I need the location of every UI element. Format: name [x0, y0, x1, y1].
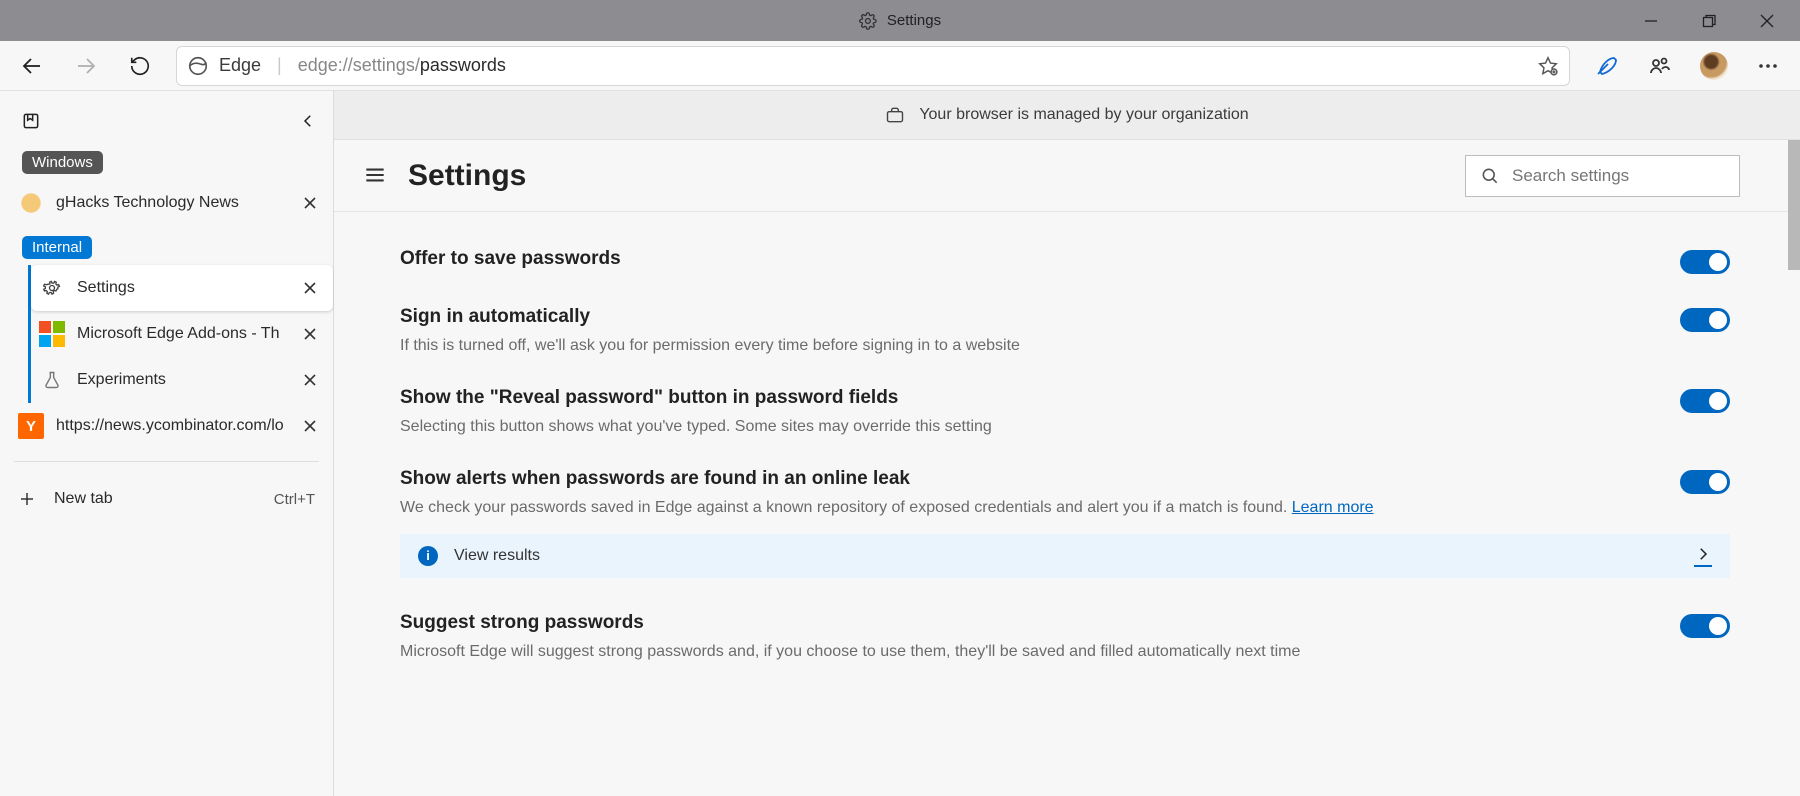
toggle-auto-signin[interactable] [1680, 308, 1730, 332]
setting-leak-alerts: Show alerts when passwords are found in … [400, 468, 1730, 519]
reload-button[interactable] [114, 43, 166, 89]
address-bar[interactable]: Edge | edge://settings/passwords [176, 46, 1570, 86]
toggle-leak-alerts[interactable] [1680, 470, 1730, 494]
vertical-tabs-pane: Windows gHacks Technology News Internal … [0, 91, 334, 796]
tab-ghacks[interactable]: gHacks Technology News [0, 180, 333, 226]
flask-icon [39, 367, 65, 393]
settings-content: Offer to save passwords Sign in automati… [334, 212, 1800, 663]
people-icon[interactable] [1634, 43, 1686, 89]
setting-offer-save-passwords: Offer to save passwords [400, 248, 1730, 276]
search-icon [1480, 166, 1500, 186]
divider [14, 461, 319, 462]
collections-icon[interactable] [16, 106, 46, 136]
toggle-suggest-strong-passwords[interactable] [1680, 614, 1730, 638]
new-tab-button[interactable]: New tab Ctrl+T [0, 474, 333, 524]
chevron-left-icon[interactable] [293, 106, 323, 136]
ghacks-favicon [18, 190, 44, 216]
tab-experiments[interactable]: Experiments [31, 357, 333, 403]
back-button[interactable] [6, 43, 58, 89]
tab-group-internal: Settings Microsoft Edge Add-ons - Th Exp… [28, 265, 333, 403]
info-icon: i [418, 546, 438, 566]
tab-group-windows-pill[interactable]: Windows [22, 151, 103, 174]
settings-header: Settings [334, 140, 1800, 212]
forward-button[interactable] [60, 43, 112, 89]
close-icon[interactable] [297, 367, 323, 393]
close-button[interactable] [1738, 0, 1796, 41]
tab-hn[interactable]: Y https://news.ycombinator.com/lo [0, 403, 333, 449]
setting-auto-signin: Sign in automatically If this is turned … [400, 306, 1730, 357]
gear-icon [39, 275, 65, 301]
hamburger-icon[interactable] [362, 162, 390, 190]
toggle-offer-save-passwords[interactable] [1680, 250, 1730, 274]
favorite-icon[interactable] [1537, 55, 1559, 77]
plus-icon [18, 490, 40, 508]
managed-text: Your browser is managed by your organiza… [919, 106, 1248, 124]
leak-alerts-desc: We check your passwords saved in Edge ag… [400, 496, 1660, 519]
profile-avatar[interactable] [1688, 43, 1740, 89]
minimize-button[interactable] [1622, 0, 1680, 41]
edge-logo-icon [187, 55, 209, 77]
keyboard-shortcut: Ctrl+T [274, 491, 315, 508]
search-settings[interactable] [1465, 155, 1740, 197]
close-icon[interactable] [297, 413, 323, 439]
browser-toolbar: Edge | edge://settings/passwords [0, 41, 1800, 91]
maximize-button[interactable] [1680, 0, 1738, 41]
address-label: Edge [219, 55, 261, 76]
learn-more-link[interactable]: Learn more [1292, 499, 1374, 516]
titlebar: Settings [0, 0, 1800, 41]
close-icon[interactable] [297, 321, 323, 347]
tab-edge-addons[interactable]: Microsoft Edge Add-ons - Th [31, 311, 333, 357]
feather-icon[interactable] [1580, 43, 1632, 89]
settings-title: Settings [408, 159, 1465, 193]
managed-banner: Your browser is managed by your organiza… [334, 91, 1800, 140]
close-icon[interactable] [297, 275, 323, 301]
tab-group-internal-pill[interactable]: Internal [22, 236, 92, 259]
more-icon[interactable] [1742, 43, 1794, 89]
toggle-reveal-password[interactable] [1680, 389, 1730, 413]
microsoft-favicon [39, 321, 65, 347]
gear-icon [859, 12, 877, 30]
view-results-row[interactable]: i View results [400, 534, 1730, 578]
tab-settings[interactable]: Settings [31, 265, 333, 311]
close-icon[interactable] [297, 190, 323, 216]
yc-favicon: Y [18, 413, 44, 439]
settings-page: Your browser is managed by your organiza… [334, 91, 1800, 796]
window-title: Settings [887, 12, 941, 29]
address-separator: | [277, 55, 282, 76]
view-results-label: View results [454, 547, 540, 565]
chevron-right-icon [1694, 545, 1712, 567]
setting-suggest-strong-passwords: Suggest strong passwords Microsoft Edge … [400, 612, 1730, 663]
setting-reveal-password: Show the "Reveal password" button in pas… [400, 387, 1730, 438]
search-input[interactable] [1512, 166, 1733, 186]
briefcase-icon [885, 105, 905, 125]
address-url: edge://settings/passwords [298, 55, 1527, 76]
